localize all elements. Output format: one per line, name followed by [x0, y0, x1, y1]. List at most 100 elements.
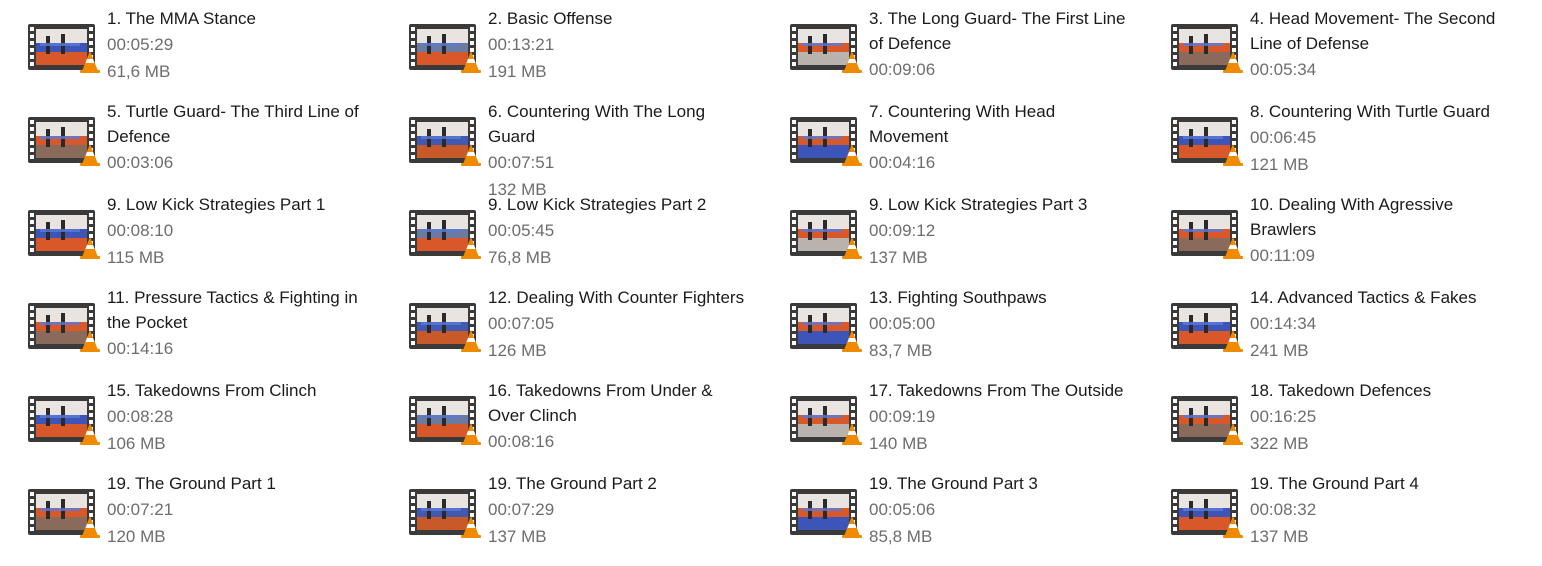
file-info: 1. The MMA Stance 00:05:29 61,6 MB — [107, 6, 369, 85]
file-info: 12. Dealing With Counter Fighters 00:07:… — [488, 285, 750, 364]
file-duration: 00:05:45 — [488, 221, 555, 240]
video-file-tile[interactable]: 19. The Ground Part 4 00:08:32 137 MB — [1143, 465, 1515, 555]
video-film-strip-icon — [28, 489, 100, 538]
file-duration: 00:03:06 — [107, 153, 174, 172]
vlc-cone-icon — [842, 144, 862, 166]
vlc-cone-icon — [842, 516, 862, 538]
file-info: 3. The Long Guard- The First Line of Def… — [869, 6, 1131, 83]
file-duration: 00:07:05 — [488, 314, 555, 333]
file-size: 137 MB — [488, 527, 547, 546]
file-title: 6. Countering With The Long Guard — [488, 102, 706, 146]
file-title: 14. Advanced Tactics & Fakes — [1250, 288, 1477, 307]
vlc-cone-icon — [461, 516, 481, 538]
video-file-tile[interactable]: 11. Pressure Tactics & Fighting in the P… — [0, 279, 372, 369]
video-file-tile[interactable]: 9. Low Kick Strategies Part 3 00:09:12 1… — [762, 186, 1134, 276]
file-duration: 00:08:32 — [1250, 500, 1317, 519]
file-info: 9. Low Kick Strategies Part 1 00:08:10 1… — [107, 192, 369, 271]
vlc-cone-icon — [80, 330, 100, 352]
file-duration: 00:13:21 — [488, 35, 555, 54]
video-file-tile[interactable]: 17. Takedowns From The Outside 00:09:19 … — [762, 372, 1134, 462]
video-file-tile[interactable]: 15. Takedowns From Clinch 00:08:28 106 M… — [0, 372, 372, 462]
video-film-strip-icon — [409, 303, 481, 352]
vlc-cone-icon — [1223, 51, 1243, 73]
video-film-strip-icon — [1171, 117, 1243, 166]
video-film-strip-icon — [790, 489, 862, 538]
file-title: 2. Basic Offense — [488, 9, 613, 28]
video-file-tile[interactable]: 18. Takedown Defences 00:16:25 322 MB — [1143, 372, 1515, 462]
file-title: 1. The MMA Stance — [107, 9, 256, 28]
vlc-cone-icon — [842, 51, 862, 73]
file-size: 106 MB — [107, 434, 166, 453]
vlc-cone-icon — [80, 516, 100, 538]
file-duration: 00:05:00 — [869, 314, 936, 333]
video-film-strip-icon — [790, 210, 862, 259]
video-file-tile[interactable]: 12. Dealing With Counter Fighters 00:07:… — [381, 279, 753, 369]
file-title: 19. The Ground Part 2 — [488, 474, 657, 493]
vlc-cone-icon — [80, 423, 100, 445]
file-duration: 00:11:09 — [1250, 246, 1315, 265]
file-title: 9. Low Kick Strategies Part 3 — [869, 195, 1088, 214]
file-info: 15. Takedowns From Clinch 00:08:28 106 M… — [107, 378, 369, 457]
video-film-strip-icon — [1171, 489, 1243, 538]
vlc-cone-icon — [80, 144, 100, 166]
vlc-cone-icon — [842, 423, 862, 445]
video-film-strip-icon — [790, 24, 862, 73]
video-file-tile[interactable]: 19. The Ground Part 3 00:05:06 85,8 MB — [762, 465, 1134, 555]
file-title: 16. Takedowns From Under & Over Clinch — [488, 381, 713, 425]
video-file-tile[interactable]: 19. The Ground Part 2 00:07:29 137 MB — [381, 465, 753, 555]
video-file-tile[interactable]: 6. Countering With The Long Guard 00:07:… — [381, 93, 753, 199]
video-file-tile[interactable]: 19. The Ground Part 1 00:07:21 120 MB — [0, 465, 372, 555]
video-film-strip-icon — [790, 117, 862, 166]
video-file-tile[interactable]: 5. Turtle Guard- The Third Line of Defen… — [0, 93, 372, 183]
video-film-strip-icon — [790, 396, 862, 445]
file-duration: 00:14:16 — [107, 339, 174, 358]
file-duration: 00:06:45 — [1250, 128, 1317, 147]
file-title: 18. Takedown Defences — [1250, 381, 1432, 400]
file-title: 4. Head Movement- The Second Line of Def… — [1250, 9, 1496, 53]
file-list: 1. The MMA Stance 00:05:29 61,6 MB 2. Ba… — [0, 0, 1542, 566]
video-file-tile[interactable]: 7. Countering With Head Movement 00:04:1… — [762, 93, 1134, 183]
file-info: 8. Countering With Turtle Guard 00:06:45… — [1250, 99, 1512, 178]
video-file-tile[interactable]: 14. Advanced Tactics & Fakes 00:14:34 24… — [1143, 279, 1515, 369]
file-duration: 00:07:21 — [107, 500, 174, 519]
file-duration: 00:04:16 — [869, 153, 936, 172]
video-film-strip-icon — [790, 303, 862, 352]
file-title: 17. Takedowns From The Outside — [869, 381, 1124, 400]
file-duration: 00:05:29 — [107, 35, 174, 54]
vlc-cone-icon — [1223, 144, 1243, 166]
video-file-tile[interactable]: 9. Low Kick Strategies Part 1 00:08:10 1… — [0, 186, 372, 276]
vlc-cone-icon — [842, 237, 862, 259]
video-file-tile[interactable]: 8. Countering With Turtle Guard 00:06:45… — [1143, 93, 1515, 183]
video-film-strip-icon — [409, 210, 481, 259]
file-info: 19. The Ground Part 1 00:07:21 120 MB — [107, 471, 369, 550]
file-info: 18. Takedown Defences 00:16:25 322 MB — [1250, 378, 1512, 457]
video-film-strip-icon — [28, 396, 100, 445]
video-file-tile[interactable]: 4. Head Movement- The Second Line of Def… — [1143, 0, 1515, 90]
file-size: 126 MB — [488, 341, 547, 360]
video-file-tile[interactable]: 10. Dealing With Agressive Brawlers 00:1… — [1143, 186, 1515, 276]
file-title: 19. The Ground Part 4 — [1250, 474, 1419, 493]
video-film-strip-icon — [28, 303, 100, 352]
video-file-tile[interactable]: 1. The MMA Stance 00:05:29 61,6 MB — [0, 0, 372, 90]
video-file-tile[interactable]: 9. Low Kick Strategies Part 2 00:05:45 7… — [381, 186, 753, 276]
file-duration: 00:07:51 — [488, 153, 555, 172]
video-film-strip-icon — [1171, 396, 1243, 445]
file-duration: 00:09:12 — [869, 221, 936, 240]
file-info: 9. Low Kick Strategies Part 3 00:09:12 1… — [869, 192, 1131, 271]
video-film-strip-icon — [1171, 210, 1243, 259]
file-info: 7. Countering With Head Movement 00:04:1… — [869, 99, 1131, 176]
file-duration: 00:16:25 — [1250, 407, 1317, 426]
file-size: 115 MB — [107, 248, 165, 267]
video-film-strip-icon — [28, 210, 100, 259]
vlc-cone-icon — [1223, 516, 1243, 538]
file-title: 13. Fighting Southpaws — [869, 288, 1047, 307]
file-title: 15. Takedowns From Clinch — [107, 381, 317, 400]
video-file-tile[interactable]: 13. Fighting Southpaws 00:05:00 83,7 MB — [762, 279, 1134, 369]
video-file-tile[interactable]: 2. Basic Offense 00:13:21 191 MB — [381, 0, 753, 90]
video-film-strip-icon — [409, 117, 481, 166]
vlc-cone-icon — [461, 237, 481, 259]
video-file-tile[interactable]: 16. Takedowns From Under & Over Clinch 0… — [381, 372, 753, 462]
video-file-tile[interactable]: 3. The Long Guard- The First Line of Def… — [762, 0, 1134, 90]
file-size: 76,8 MB — [488, 248, 552, 267]
vlc-cone-icon — [1223, 423, 1243, 445]
